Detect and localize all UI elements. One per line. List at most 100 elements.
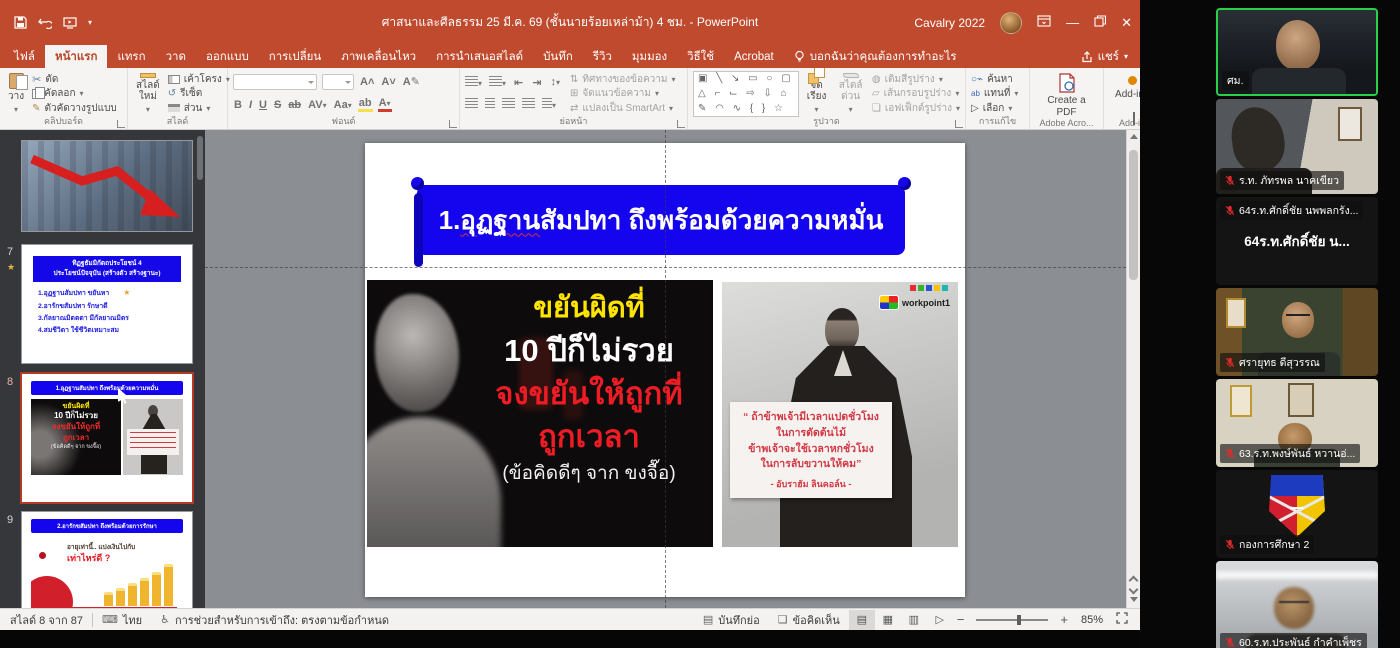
tab-home[interactable]: หน้าแรก — [45, 45, 107, 68]
tab-transitions[interactable]: การเปลี่ยน — [259, 45, 331, 68]
participant-tile-6[interactable]: กองการศึกษา 2 — [1216, 470, 1378, 558]
tab-insert[interactable]: แทรก — [107, 45, 155, 68]
replace-button[interactable]: abแทนที่▾ — [971, 87, 1018, 101]
shape-outline-button[interactable]: ▱เส้นกรอบรูปร่าง▾ — [872, 87, 960, 101]
tab-slideshow[interactable]: การนำเสนอสไลด์ — [426, 45, 533, 68]
decrease-indent-button[interactable]: ⇤ — [513, 76, 524, 89]
layout-button[interactable]: เค้าโครง▾ — [168, 72, 230, 86]
fit-slide-button[interactable] — [1112, 612, 1132, 627]
participant-tile-3[interactable]: 64ร.ท.ศักดิ์ชัย น... 64ร.ท.ศักดิ์ชัย นพพ… — [1216, 197, 1378, 285]
confucius-image[interactable]: ขยันผิดที่ 10 ปีก็ไม่รวย จงขยันให้ถูกที่… — [367, 280, 713, 547]
close-button[interactable]: ✕ — [1121, 16, 1132, 29]
slide-number-indicator[interactable]: สไลด์ 8 จาก 87 — [8, 609, 92, 630]
cut-button[interactable]: ✂ตัด — [32, 72, 117, 86]
text-direction-button[interactable]: ⇅ทิศทางของข้อความ▾ — [570, 72, 676, 86]
strikethrough2-button[interactable]: ab — [287, 99, 302, 111]
thumbnail-slide-6[interactable] — [22, 141, 192, 231]
tab-animations[interactable]: ภาพเคลื่อนไหว — [331, 45, 426, 68]
tab-review[interactable]: รีวิว — [583, 45, 622, 68]
tab-help[interactable]: วิธีใช้ — [677, 45, 724, 68]
strikethrough-button[interactable]: S — [273, 99, 282, 111]
paragraph-dialog-launcher[interactable] — [677, 120, 685, 128]
change-case-button[interactable]: Aa▾ — [333, 99, 353, 111]
font-color-button[interactable]: A▾ — [378, 97, 392, 112]
clear-formatting-button[interactable]: A✎ — [402, 75, 421, 88]
ribbon-display-options-icon[interactable] — [1037, 15, 1051, 30]
addins-button[interactable]: Add-ins — [1112, 71, 1140, 116]
copy-button[interactable]: คัดลอก▾ — [32, 87, 117, 101]
format-painter-button[interactable]: ✎ตัวคัดวางรูปแบบ — [32, 101, 117, 115]
account-avatar[interactable] — [1000, 12, 1022, 34]
customize-qat-icon[interactable]: ▾ — [88, 18, 92, 27]
participant-tile-1[interactable]: ศม. — [1216, 8, 1378, 96]
justify-button[interactable] — [522, 98, 535, 111]
zoom-slider-thumb[interactable] — [1017, 615, 1021, 625]
vertical-scrollbar[interactable] — [1126, 130, 1140, 608]
tab-acrobat[interactable]: Acrobat — [724, 45, 784, 68]
line-spacing-button[interactable]: ↕▾ — [549, 76, 561, 88]
normal-view-button[interactable]: ▤ — [849, 610, 875, 630]
slide-thumbnail-panel[interactable]: 7 ★ ทิฏฐธัมมิกัตถประโยชน์ 4 ประโยชน์ปัจจ… — [0, 130, 205, 608]
zoom-slider[interactable] — [976, 619, 1048, 621]
shape-fill-button[interactable]: ◍เติมสีรูปร่าง▾ — [872, 72, 960, 86]
zoom-level[interactable]: 85% — [1072, 609, 1112, 630]
next-slide-button[interactable] — [1129, 585, 1139, 595]
zoom-in-button[interactable]: + — [1056, 612, 1072, 627]
notes-button[interactable]: ▤บันทึกย่อ — [694, 609, 769, 630]
slide-title-banner[interactable]: 1.อุฏฐานสัมปทา ถึงพร้อมด้วยความหมั่น — [417, 185, 905, 255]
bullets-button[interactable]: ▾ — [465, 76, 482, 89]
drawing-dialog-launcher[interactable] — [955, 120, 963, 128]
underline-button[interactable]: U — [258, 99, 268, 111]
participant-tile-4[interactable]: ศรายุทธ ดีสุวรรณ — [1216, 288, 1378, 376]
new-slide-button[interactable]: สไลด์ใหม่▾ — [133, 71, 163, 116]
bold-button[interactable]: B — [233, 99, 243, 111]
tab-design[interactable]: ออกแบบ — [196, 45, 259, 68]
convert-smartart-button[interactable]: ⇄แปลงเป็น SmartArt▾ — [570, 101, 676, 115]
tab-file[interactable]: ไฟล์ — [4, 45, 45, 68]
tab-record[interactable]: บันทึก — [533, 45, 583, 68]
font-name-box[interactable] — [233, 74, 317, 90]
thumbnail-slide-9[interactable]: 2.อารักขสัมปทา ถึงพร้อมด้วยการรักษา อายุ… — [22, 512, 192, 608]
thumbnail-slide-8-selected[interactable]: 1.อุฏฐานสัมปทา ถึงพร้อมด้วยความหมั่น ขยั… — [22, 374, 192, 502]
share-button[interactable]: แชร์ ▾ — [1069, 45, 1140, 68]
accessibility-indicator[interactable]: ♿การช่วยสำหรับการเข้าถึง: ตรงตามข้อกำหนด — [151, 609, 398, 630]
scroll-up-arrow[interactable] — [1130, 134, 1138, 139]
start-slideshow-icon[interactable] — [63, 17, 77, 29]
collapse-ribbon-button[interactable] — [1133, 114, 1135, 125]
save-icon[interactable] — [14, 16, 27, 29]
shape-effects-button[interactable]: ❏เอฟเฟ็กต์รูปร่าง▾ — [872, 101, 960, 115]
shrink-font-button[interactable]: A˅ — [380, 76, 396, 88]
align-center-button[interactable] — [485, 98, 495, 111]
undo-icon[interactable] — [38, 17, 52, 29]
align-left-button[interactable] — [465, 98, 478, 111]
slide-canvas[interactable]: 1.อุฏฐานสัมปทา ถึงพร้อมด้วยความหมั่น ขยั… — [205, 130, 1140, 608]
character-spacing-button[interactable]: AV▾ — [307, 99, 327, 111]
grow-font-button[interactable]: A˄ — [359, 76, 375, 88]
increase-indent-button[interactable]: ⇥ — [531, 76, 542, 89]
create-pdf-button[interactable]: Create a PDF — [1035, 71, 1098, 116]
comments-button[interactable]: ❏ข้อคิดเห็น — [769, 609, 849, 630]
shapes-gallery[interactable]: ▣ ╲ ↘ ▭ ○ ▢ △ ⌐ ⌙ ⇨ ⇩ ⌂ ✎ ◠ ∿ { } ☆ — [693, 71, 799, 117]
font-size-box[interactable] — [322, 74, 354, 90]
tab-view[interactable]: มุมมอง — [622, 45, 677, 68]
align-text-button[interactable]: ⊞จัดแนวข้อความ▾ — [570, 87, 676, 101]
clipboard-dialog-launcher[interactable] — [117, 120, 125, 128]
numbering-button[interactable]: ▾ — [489, 76, 506, 89]
highlight-color-button[interactable]: ab — [358, 97, 373, 112]
italic-button[interactable]: I — [248, 99, 253, 111]
section-button[interactable]: ส่วน▾ — [168, 101, 230, 115]
tell-me-box[interactable]: บอกฉันว่าคุณต้องการทำอะไร — [784, 45, 967, 68]
select-button[interactable]: ▷เลือก▾ — [971, 101, 1018, 115]
scroll-down-arrow[interactable] — [1130, 597, 1138, 602]
arrange-button[interactable]: จัดเรียง▾ — [804, 71, 830, 116]
align-right-button[interactable] — [502, 98, 515, 111]
find-button[interactable]: ○⌁ค้นหา — [971, 72, 1018, 86]
columns-button[interactable]: ▾ — [542, 98, 556, 111]
slideshow-view-button[interactable]: ▷ — [927, 610, 953, 630]
font-dialog-launcher[interactable] — [449, 120, 457, 128]
minimize-button[interactable]: — — [1066, 16, 1079, 29]
participant-tile-7[interactable]: 60.ร.ท.ประพันธ์ กำคำเพ็ชร — [1216, 561, 1378, 648]
lincoln-image[interactable]: workpoint1 “ ถ้าข้าพเจ้ามีเวลาแปดชั่วโมง… — [722, 282, 958, 547]
reading-view-button[interactable]: ▥ — [901, 610, 927, 630]
tab-draw[interactable]: วาด — [156, 45, 196, 68]
